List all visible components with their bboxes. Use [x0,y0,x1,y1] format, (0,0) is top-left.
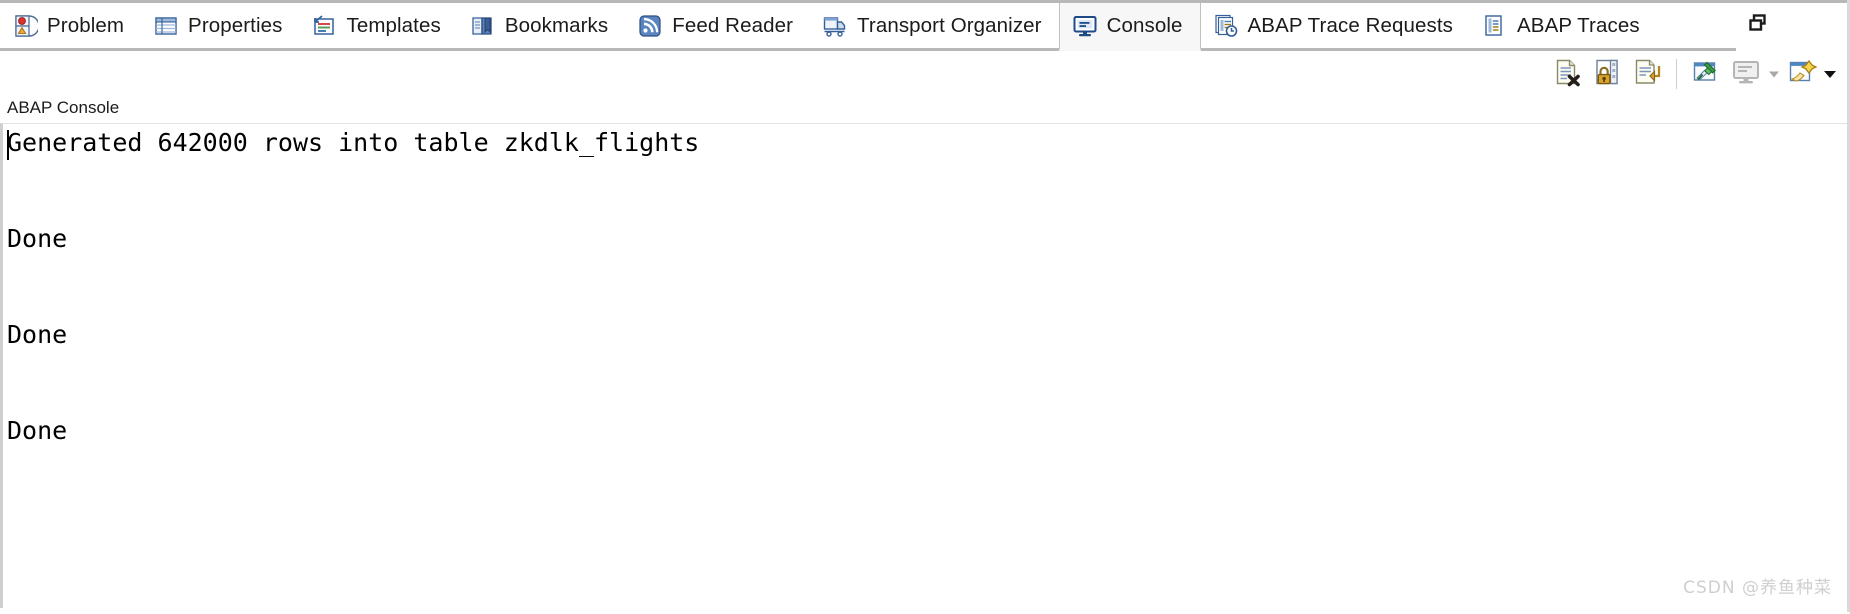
display-console-icon [1731,57,1761,92]
tab-properties[interactable]: Properties [141,3,300,51]
lock-icon [1592,57,1622,92]
console-line-list: Generated 642000 rows into table zkdlk_f… [3,124,1850,450]
pin-icon [1691,57,1721,92]
tab-abap-trace-requests[interactable]: ABAP Trace Requests [1200,3,1471,51]
tab-label: ABAP Trace Requests [1247,13,1454,37]
tab-problem[interactable]: Problem [0,3,142,51]
console-toolbar-group-left [1547,55,1667,93]
tab-templates[interactable]: Templates [299,3,458,51]
lock-scroll-button[interactable] [1587,55,1627,93]
templates-icon [311,13,337,39]
restore-window-icon [1747,12,1769,39]
console-toolbar-group-right [1686,55,1838,93]
pin-console-button[interactable] [1686,55,1726,93]
abap-traces-icon [1482,13,1508,39]
console-line: Generated 642000 rows into table zkdlk_f… [7,128,700,157]
display-console-button[interactable] [1726,55,1766,93]
word-wrap-icon [1632,57,1662,92]
abap-trace-requests-icon [1213,13,1239,39]
tab-label: Problem [47,13,125,37]
open-console-button[interactable] [1782,55,1822,93]
abap-console-view: Problem Properties Templates Bookmarks F… [0,0,1850,614]
console-icon [1072,13,1098,39]
display-console-dropdown[interactable] [1766,55,1782,93]
tab-transport-organizer[interactable]: Transport Organizer [810,3,1059,51]
tab-label: Transport Organizer [857,13,1042,37]
problem-icon [12,13,38,39]
console-line: Done [7,224,68,253]
console-toolbar [0,51,1850,97]
properties-icon [153,13,179,39]
tab-bar-filler [1656,3,1736,51]
clear-console-button[interactable] [1547,55,1587,93]
tab-label: Feed Reader [672,13,794,37]
transport-organizer-icon [822,13,848,39]
tab-label: Console [1106,13,1183,37]
bookmarks-icon [470,13,496,39]
watermark: CSDN @养鱼种菜 [1683,578,1832,598]
tab-bookmarks[interactable]: Bookmarks [457,3,626,51]
tab-console[interactable]: Console [1058,3,1201,51]
tab-label: Templates [346,13,441,37]
open-console-icon [1787,57,1818,92]
clear-console-icon [1552,57,1582,92]
console-title: ABAP Console [0,97,1850,123]
console-line: Done [7,416,68,445]
console-line: Done [7,320,68,349]
restore-window-button[interactable] [1736,3,1780,51]
tab-label: ABAP Traces [1517,13,1640,37]
toolbar-separator [1676,59,1677,89]
view-tab-bar: Problem Properties Templates Bookmarks F… [0,0,1850,51]
tab-label: Properties [188,13,283,37]
tab-feed-reader[interactable]: Feed Reader [625,3,811,51]
feed-reader-icon [637,13,663,39]
console-output-area[interactable]: Generated 642000 rows into table zkdlk_f… [0,123,1850,608]
tab-abap-traces[interactable]: ABAP Traces [1470,3,1657,51]
word-wrap-button[interactable] [1627,55,1667,93]
tab-bar-right-filler [1780,3,1850,51]
tab-label: Bookmarks [504,13,609,37]
open-console-dropdown[interactable] [1822,55,1838,93]
